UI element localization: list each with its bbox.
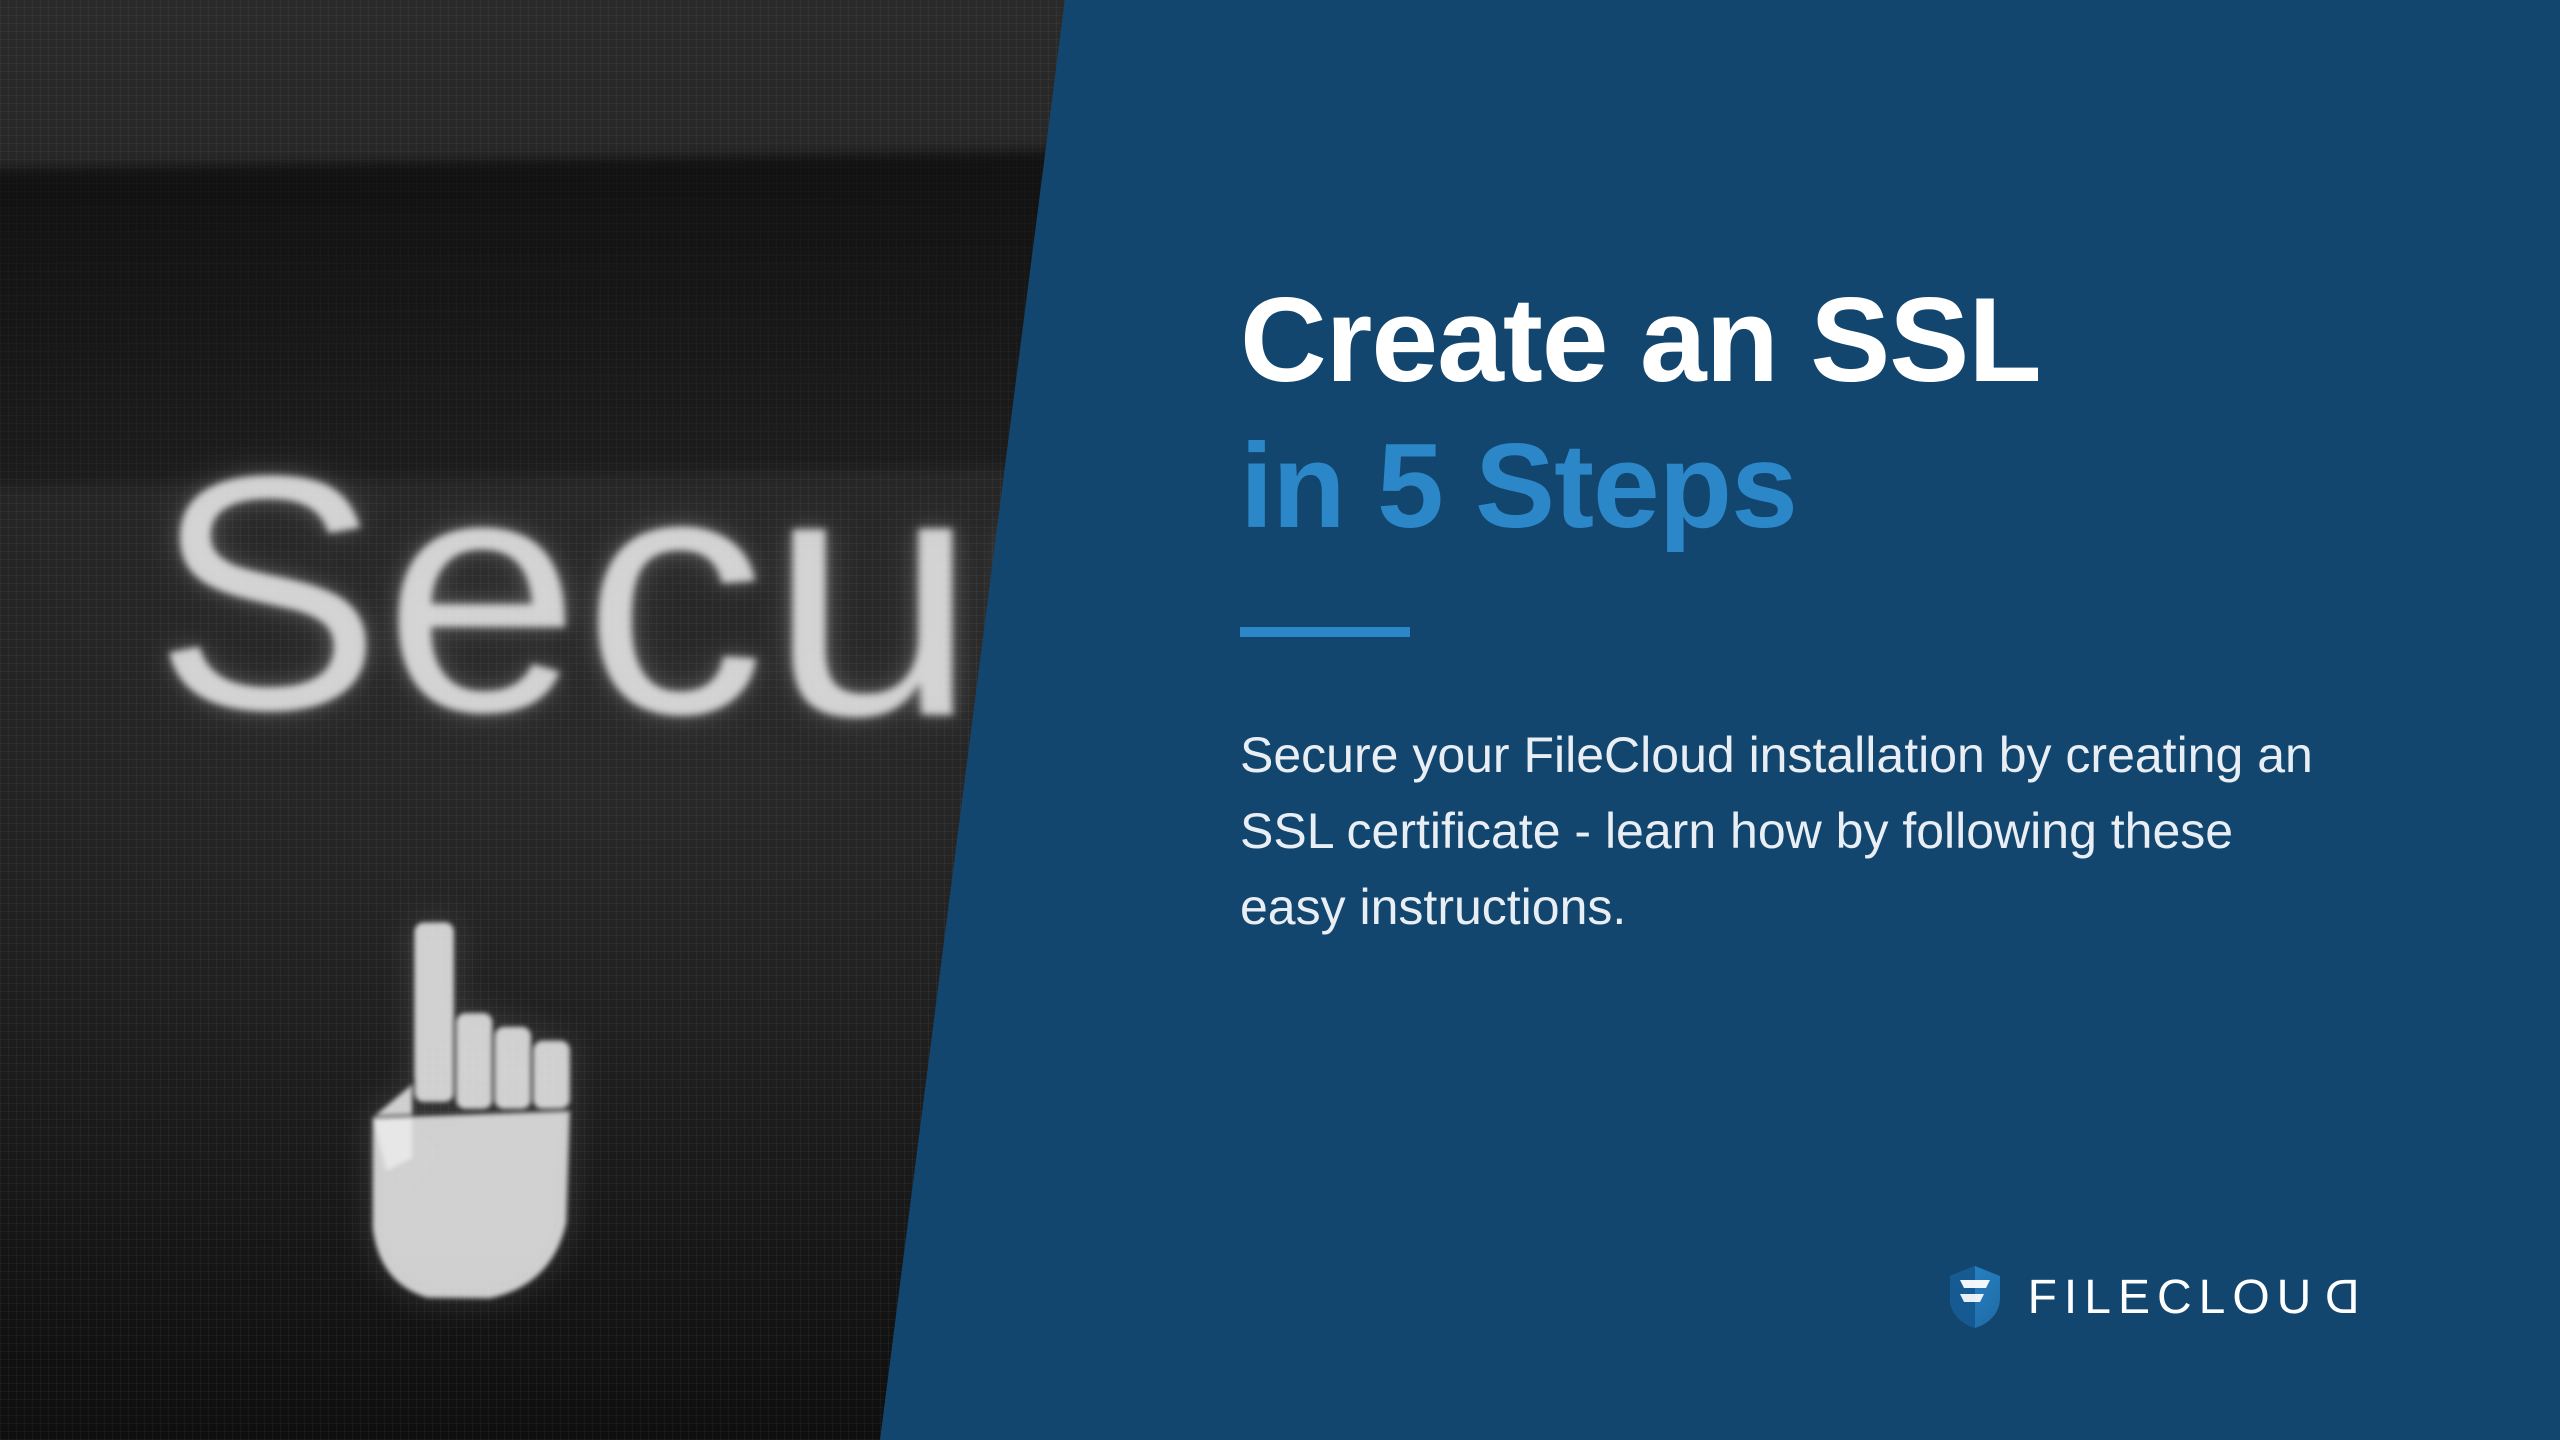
hero-title-line-2: in 5 Steps: [1240, 416, 2360, 558]
hand-pointer-cursor-icon: [284, 905, 643, 1329]
content-panel: Create an SSL in 5 Steps Secure your Fil…: [880, 0, 2560, 1440]
brand-logo: FILECLOUD: [1946, 1264, 2360, 1330]
hero-title-line-1: Create an SSL: [1240, 270, 2360, 412]
brand-wordmark-part1: FILECLOU: [2028, 1271, 2319, 1324]
slide-canvas: Securit Create an SSL: [0, 0, 2560, 1440]
accent-divider: [1240, 627, 1410, 637]
brand-wordmark-mirrored-d: D: [2318, 1270, 2360, 1325]
filecloud-shield-icon: [1946, 1264, 2004, 1330]
hero-subtitle: Secure your FileCloud installation by cr…: [1240, 717, 2340, 945]
brand-wordmark: FILECLOUD: [2028, 1270, 2360, 1325]
